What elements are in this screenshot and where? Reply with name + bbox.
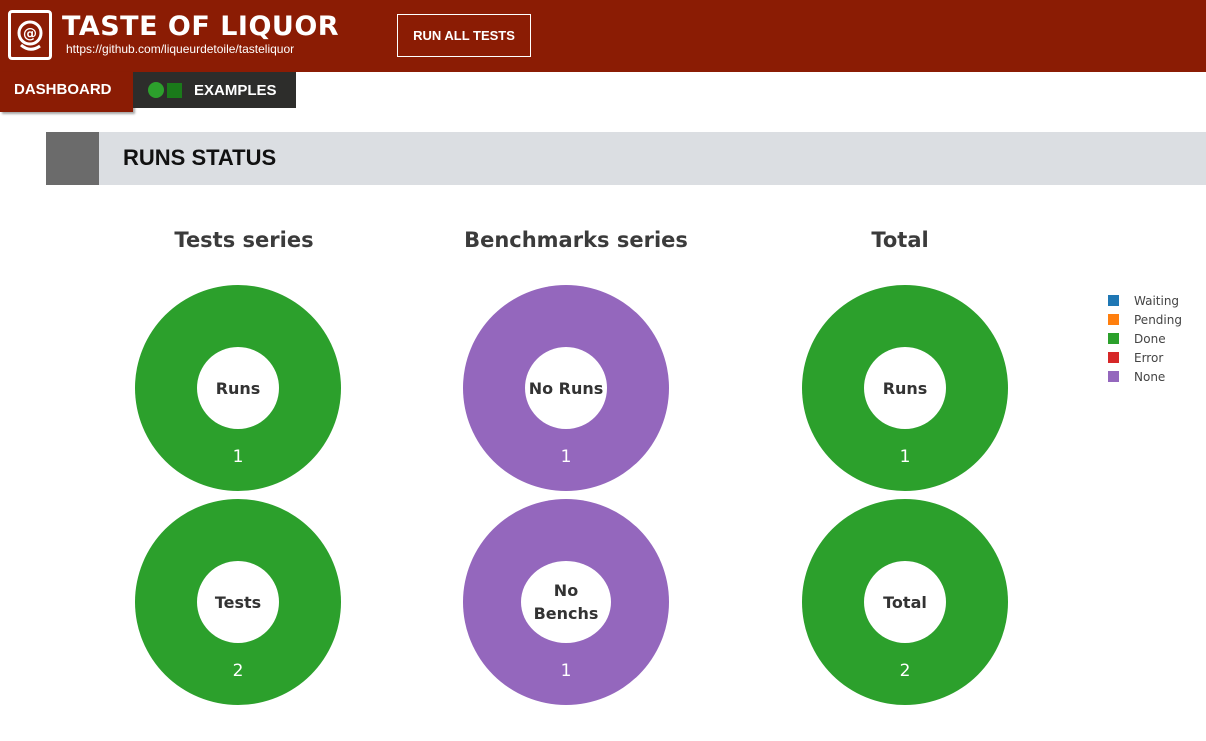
legend-item-done[interactable]: Done [1108, 329, 1182, 348]
app-title: TASTE OF LIQUOR [62, 11, 340, 42]
column-title-total: Total [871, 228, 929, 252]
donut-center-label: Runs [864, 347, 946, 429]
legend-swatch [1108, 314, 1119, 325]
tab-examples-label: EXAMPLES [194, 81, 277, 99]
donut-value: 1 [560, 447, 572, 467]
donut-value: 1 [232, 447, 244, 467]
legend-swatch [1108, 333, 1119, 344]
donut-benchmarks-runs[interactable]: No Runs 1 [463, 285, 669, 491]
donut-value: 1 [899, 447, 911, 467]
legend-label: Pending [1134, 312, 1182, 327]
status-square-icon [167, 82, 182, 98]
column-title-benchmarks: Benchmarks series [464, 228, 688, 252]
donut-benchmarks-benchs[interactable]: No Benchs 1 [463, 499, 669, 705]
donut-value: 2 [232, 661, 244, 681]
donut-tests-tests[interactable]: Tests 2 [135, 499, 341, 705]
svg-text:@: @ [23, 26, 37, 42]
donut-center-label: Runs [197, 347, 279, 429]
top-header: @ TASTE OF LIQUOR https://github.com/liq… [0, 0, 1206, 72]
legend-swatch [1108, 295, 1119, 306]
legend-swatch [1108, 352, 1119, 363]
run-all-tests-button[interactable]: RUN ALL TESTS [397, 14, 531, 57]
tab-dashboard[interactable]: DASHBOARD [0, 72, 133, 112]
legend-item-waiting[interactable]: Waiting [1108, 291, 1182, 310]
app-repo-link[interactable]: https://github.com/liqueurdetoile/tastel… [66, 42, 294, 56]
legend-label: Done [1134, 331, 1166, 346]
legend-swatch [1108, 371, 1119, 382]
donut-total-total[interactable]: Total 2 [802, 499, 1008, 705]
section-header: RUNS STATUS [46, 132, 1206, 185]
legend-item-error[interactable]: Error [1108, 348, 1182, 367]
donut-center-label: Tests [197, 561, 279, 643]
section-title: RUNS STATUS [123, 145, 277, 170]
status-dot-icon [148, 82, 164, 98]
legend-label: Error [1134, 350, 1164, 365]
donut-center-label: No Benchs [521, 561, 611, 643]
donut-center-label: Total [864, 561, 946, 643]
donut-tests-runs[interactable]: Runs 1 [135, 285, 341, 491]
logo-icon: @ [8, 10, 52, 60]
legend-item-none[interactable]: None [1108, 367, 1182, 386]
tab-examples[interactable]: EXAMPLES [133, 72, 296, 108]
legend-item-pending[interactable]: Pending [1108, 310, 1182, 329]
section-accent [46, 132, 99, 185]
donut-total-runs[interactable]: Runs 1 [802, 285, 1008, 491]
donut-value: 2 [899, 661, 911, 681]
legend-label: None [1134, 369, 1166, 384]
column-title-tests: Tests series [174, 228, 314, 252]
status-legend: Waiting Pending Done Error None [1108, 291, 1182, 386]
legend-label: Waiting [1134, 293, 1180, 308]
donut-value: 1 [560, 661, 572, 681]
donut-center-label: No Runs [525, 347, 607, 429]
